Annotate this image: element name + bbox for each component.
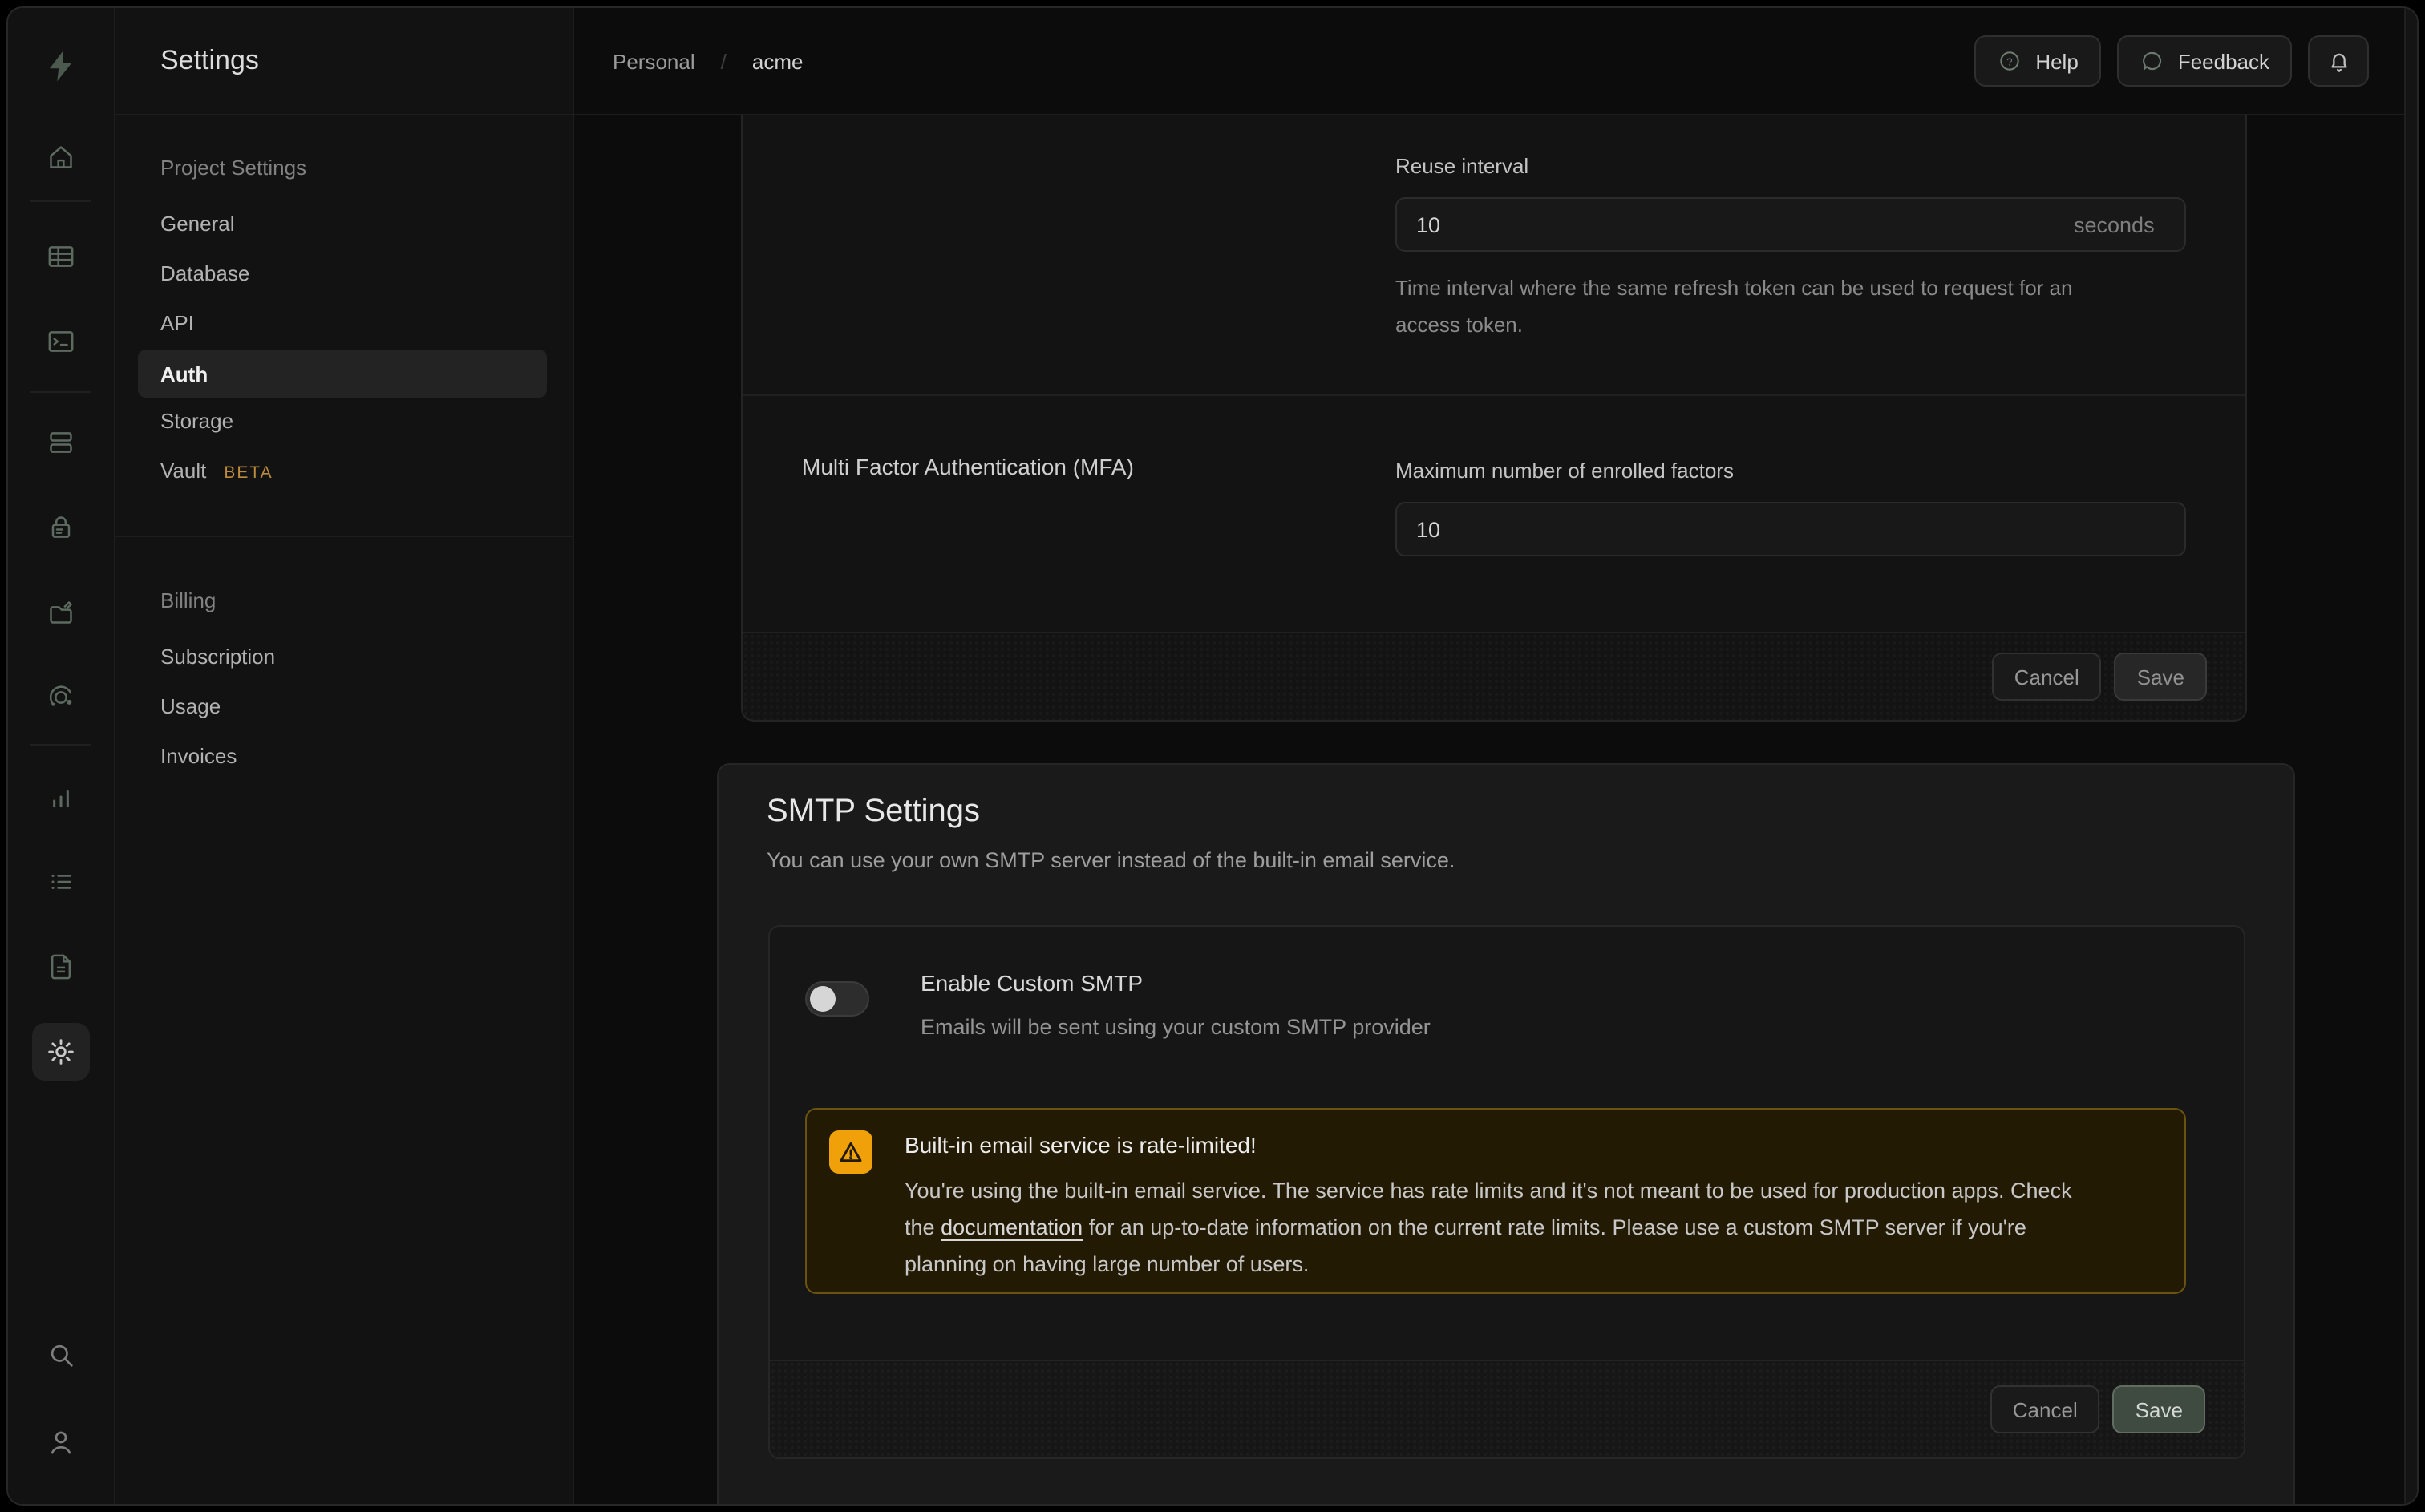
beta-badge: BETA <box>224 463 273 483</box>
smtp-settings-title: SMTP Settings <box>767 794 980 831</box>
smtp-settings-card: Enable Custom SMTP Emails will be sent u… <box>768 925 2245 1459</box>
storage-icon[interactable] <box>32 584 90 641</box>
nav-section-billing: Billing <box>160 588 216 612</box>
rate-limit-warning-alert: Built-in email service is rate-limited! … <box>805 1108 2186 1294</box>
enable-custom-smtp-description: Emails will be sent using your custom SM… <box>921 1015 1431 1039</box>
reuse-interval-unit: seconds <box>2074 213 2155 237</box>
reuse-interval-input[interactable] <box>1395 197 2186 252</box>
sidebar-item-database[interactable]: Database <box>160 257 249 292</box>
max-enrolled-factors-label: Maximum number of enrolled factors <box>1395 459 1734 483</box>
supabase-dashboard: Settings Project Settings General Databa… <box>0 0 2425 1512</box>
reuse-interval-help: Time interval where the same refresh tok… <box>1395 269 2133 343</box>
rail-divider <box>30 744 91 746</box>
save-button[interactable]: Save <box>2115 653 2207 701</box>
cancel-button[interactable]: Cancel <box>1992 653 2102 701</box>
smtp-card-footer: Cancel Save <box>770 1360 2244 1457</box>
feedback-button[interactable]: Feedback <box>2117 35 2292 87</box>
smtp-settings-section: SMTP Settings You can use your own SMTP … <box>717 763 2295 1504</box>
save-button[interactable]: Save <box>2113 1385 2205 1433</box>
table-editor-icon[interactable] <box>32 228 90 285</box>
vertical-scrollbar[interactable] <box>2404 8 2417 1504</box>
nav-section-project-settings: Project Settings <box>160 156 306 180</box>
main-area: Personal / acme ? Help Feedback <box>574 8 2417 1504</box>
nav-header: Settings <box>115 8 573 115</box>
mfa-section-label: Multi Factor Authentication (MFA) <box>802 454 1134 479</box>
sidebar-item-invoices[interactable]: Invoices <box>160 739 237 774</box>
sql-editor-icon[interactable] <box>32 313 90 370</box>
toggle-knob <box>810 986 836 1012</box>
card-row-divider <box>743 394 2245 396</box>
settings-nav-panel: Settings Project Settings General Databa… <box>115 8 574 1504</box>
chat-bubble-icon <box>2140 48 2165 74</box>
feedback-label: Feedback <box>2178 49 2269 73</box>
account-icon[interactable] <box>32 1413 90 1470</box>
rail-divider <box>30 391 91 393</box>
notifications-button[interactable] <box>2308 35 2369 87</box>
breadcrumb-separator: / <box>721 49 727 73</box>
logs-icon[interactable] <box>32 853 90 911</box>
sidebar-item-api[interactable]: API <box>160 306 194 342</box>
max-enrolled-factors-input[interactable] <box>1395 502 2186 556</box>
help-button[interactable]: ? Help <box>1974 35 2101 87</box>
sidebar-item-general[interactable]: General <box>160 207 235 242</box>
refresh-token-settings-card: Reuse interval seconds Time interval whe… <box>741 115 2247 722</box>
smtp-settings-description: You can use your own SMTP server instead… <box>767 848 1455 872</box>
sidebar-item-auth-label: Auth <box>160 362 208 386</box>
rail-divider <box>30 200 91 202</box>
supabase-logo-icon[interactable] <box>32 37 90 95</box>
enable-custom-smtp-toggle[interactable] <box>805 981 869 1017</box>
warning-triangle-icon <box>829 1130 872 1174</box>
question-circle-icon: ? <box>1997 48 2022 74</box>
project-settings-icon[interactable] <box>32 1023 90 1081</box>
search-icon[interactable] <box>32 1326 90 1384</box>
reports-icon[interactable] <box>32 768 90 826</box>
icon-rail <box>8 8 115 1504</box>
sidebar-item-storage[interactable]: Storage <box>160 404 233 439</box>
auth-card-footer: Cancel Save <box>743 632 2245 720</box>
sidebar-item-vault-label: Vault <box>160 459 206 483</box>
warning-body: You're using the built-in email service.… <box>905 1172 2099 1283</box>
sidebar-item-subscription[interactable]: Subscription <box>160 640 275 675</box>
sidebar-item-vault[interactable]: Vault BETA <box>160 454 273 489</box>
database-icon[interactable] <box>32 414 90 471</box>
sidebar-item-auth[interactable]: Auth <box>138 350 547 398</box>
nav-divider <box>115 536 573 537</box>
edge-functions-icon[interactable] <box>32 669 90 726</box>
help-label: Help <box>2035 49 2079 73</box>
svg-text:?: ? <box>2007 55 2013 67</box>
cancel-button[interactable]: Cancel <box>1990 1385 2100 1433</box>
app-window: Settings Project Settings General Databa… <box>6 6 2419 1506</box>
enable-custom-smtp-label: Enable Custom SMTP <box>921 970 1143 996</box>
home-icon[interactable] <box>32 128 90 186</box>
top-bar: Personal / acme ? Help Feedback <box>574 8 2417 115</box>
content-scroll-area: Reuse interval seconds Time interval whe… <box>574 115 2417 1504</box>
authentication-icon[interactable] <box>32 499 90 556</box>
documentation-link[interactable]: documentation <box>941 1215 1083 1239</box>
warning-title: Built-in email service is rate-limited! <box>905 1132 1257 1158</box>
sidebar-item-usage[interactable]: Usage <box>160 689 221 725</box>
reuse-interval-label: Reuse interval <box>1395 154 1528 178</box>
page-title: Settings <box>160 45 259 77</box>
breadcrumb-org[interactable]: Personal <box>613 49 695 73</box>
breadcrumb-project[interactable]: acme <box>752 49 804 73</box>
api-docs-icon[interactable] <box>32 938 90 996</box>
bell-icon <box>2325 47 2352 75</box>
